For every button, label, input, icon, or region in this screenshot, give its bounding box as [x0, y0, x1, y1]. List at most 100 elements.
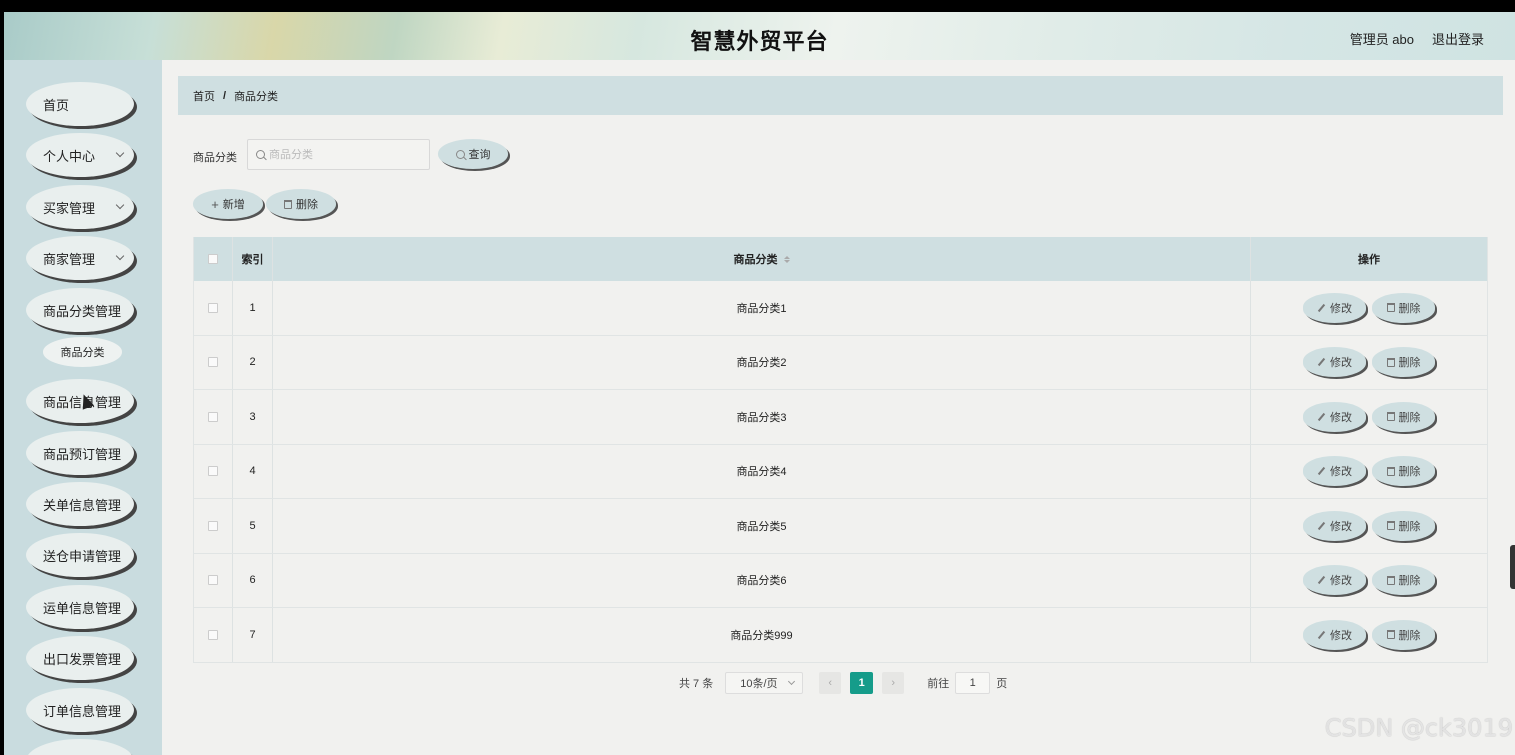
edit-button[interactable]: 修改 [1303, 510, 1366, 541]
row-index: 2 [233, 335, 273, 389]
header-index: 索引 [233, 237, 273, 281]
table-body: 1 商品分类1 修改 删除 2 商品分类2 修改 删除 3 商品分类3 修改 删… [193, 281, 1488, 663]
sidebar-item-label: 买家管理 [43, 200, 96, 216]
add-button-label: 新增 [222, 199, 245, 211]
breadcrumb-separator: / [223, 89, 227, 102]
edit-icon [1317, 630, 1326, 639]
goto-suffix: 页 [996, 678, 1008, 690]
row-category: 商品分类999 [273, 608, 1251, 662]
chevron-down-icon [115, 200, 125, 210]
sidebar-item-label: 商品分类管理 [43, 303, 122, 319]
delete-button-label: 删除 [1398, 411, 1421, 424]
sidebar-item-label: 送仓申请管理 [43, 548, 122, 564]
edit-button[interactable]: 修改 [1303, 619, 1366, 650]
sidebar-item-invoice[interactable]: 出口发票管理 [26, 636, 134, 680]
sidebar-item-label: 关单信息管理 [43, 497, 122, 513]
header-ops: 操作 [1251, 237, 1488, 281]
trash-icon [1386, 466, 1395, 476]
trash-icon [1386, 303, 1395, 313]
row-checkbox[interactable] [208, 466, 218, 477]
delete-button[interactable]: 删除 [1372, 565, 1435, 596]
sidebar-item-home[interactable]: 首页 [26, 82, 134, 126]
sidebar-item-warehouse[interactable]: 送仓申请管理 [26, 533, 134, 577]
table-header: 索引 商品分类 操作 [193, 237, 1488, 281]
sidebar-item-buyer[interactable]: 买家管理 [26, 185, 134, 229]
trash-icon [284, 199, 292, 209]
sidebar-item-customs[interactable]: 关单信息管理 [26, 482, 134, 526]
edit-button[interactable]: 修改 [1303, 401, 1366, 432]
edit-button[interactable]: 修改 [1303, 292, 1366, 323]
header-category[interactable]: 商品分类 [273, 237, 1251, 281]
sidebar-item-personal-center[interactable]: 个人中心 [26, 133, 134, 177]
delete-button[interactable]: 删除 [1372, 619, 1435, 650]
edit-button-label: 修改 [1330, 357, 1352, 370]
top-black-bar [0, 0, 1515, 12]
next-page-button[interactable]: › [882, 672, 905, 694]
sidebar-item-label: 商品分类 [60, 347, 105, 359]
table-row: 6 商品分类6 修改 删除 [193, 553, 1488, 608]
row-checkbox[interactable] [208, 575, 218, 586]
row-category: 商品分类2 [273, 335, 1251, 389]
sidebar-item-merchant[interactable]: 商家管理 [26, 236, 134, 280]
sidebar-item-order[interactable]: 订单信息管理 [26, 688, 134, 732]
edit-button-label: 修改 [1330, 575, 1352, 588]
row-index: 1 [233, 281, 273, 335]
sidebar-item-product-booking[interactable]: 商品预订管理 [26, 431, 134, 475]
bulk-delete-button[interactable]: 删除 [266, 189, 336, 219]
row-checkbox[interactable] [208, 629, 218, 640]
search-label: 商品分类 [193, 152, 237, 164]
sort-icon[interactable] [783, 255, 790, 263]
sidebar-item-label: 运单信息管理 [43, 600, 122, 616]
edit-button[interactable]: 修改 [1303, 347, 1366, 378]
select-all-checkbox[interactable] [208, 254, 218, 264]
goto-page-input[interactable]: 1 [955, 672, 991, 694]
delete-button[interactable]: 删除 [1372, 292, 1435, 323]
page-number-1[interactable]: 1 [850, 672, 874, 694]
sidebar-item-label: 首页 [43, 97, 70, 113]
logout-link[interactable]: 退出登录 [1432, 29, 1484, 48]
prev-page-button[interactable]: ‹ [819, 672, 842, 694]
row-index: 4 [233, 444, 273, 498]
table-row: 4 商品分类4 修改 删除 [193, 444, 1488, 499]
edit-button-label: 修改 [1330, 520, 1352, 533]
sidebar-subitem-category[interactable]: 商品分类 [43, 337, 122, 367]
row-checkbox[interactable] [208, 520, 218, 531]
page-size-select[interactable]: 10条/页 [725, 672, 804, 694]
chevron-down-icon [115, 251, 125, 261]
add-button[interactable]: + 新增 [193, 189, 263, 219]
main-content: 首页 / 商品分类 商品分类 查询 + 新增 删除 索引 商品分类 操作 1 商… [162, 60, 1515, 755]
breadcrumb-home[interactable]: 首页 [193, 88, 215, 104]
goto-prefix: 前往 [927, 678, 950, 690]
edit-button[interactable]: 修改 [1303, 456, 1366, 487]
edit-icon [1317, 576, 1326, 585]
edit-icon [1317, 412, 1326, 421]
query-button[interactable]: 查询 [438, 139, 508, 169]
sidebar-item-waybill[interactable]: 运单信息管理 [26, 585, 134, 629]
pagination: 共 7 条 10条/页 ‹ 1 › 前往 1 页 [679, 672, 1007, 694]
search-field[interactable] [247, 139, 430, 170]
side-scroll-handle[interactable] [1510, 545, 1515, 589]
delete-button[interactable]: 删除 [1372, 510, 1435, 541]
delete-button[interactable]: 删除 [1372, 401, 1435, 432]
table-row: 3 商品分类3 修改 删除 [193, 390, 1488, 445]
edit-icon [1317, 521, 1326, 530]
sidebar-item-label: 商家管理 [43, 251, 96, 267]
edit-button-label: 修改 [1330, 629, 1352, 642]
edit-button[interactable]: 修改 [1303, 565, 1366, 596]
page-size-value: 10条/页 [740, 678, 778, 690]
edit-button-label: 修改 [1330, 302, 1352, 315]
search-input[interactable] [269, 148, 419, 161]
table-row: 1 商品分类1 修改 删除 [193, 281, 1488, 336]
delete-button[interactable]: 删除 [1372, 347, 1435, 378]
current-user: 管理员 abo [1349, 32, 1414, 47]
table-row: 7 商品分类999 修改 删除 [193, 608, 1488, 663]
delete-button[interactable]: 删除 [1372, 456, 1435, 487]
row-checkbox[interactable] [208, 357, 218, 368]
sidebar-item-category-mgmt[interactable]: 商品分类管理 [26, 288, 134, 332]
sidebar-item-more[interactable] [26, 739, 134, 755]
search-icon [455, 149, 465, 159]
row-checkbox[interactable] [208, 411, 218, 422]
bulk-delete-button-label: 删除 [296, 199, 318, 211]
row-checkbox[interactable] [208, 302, 218, 313]
table-row: 5 商品分类5 修改 删除 [193, 499, 1488, 554]
